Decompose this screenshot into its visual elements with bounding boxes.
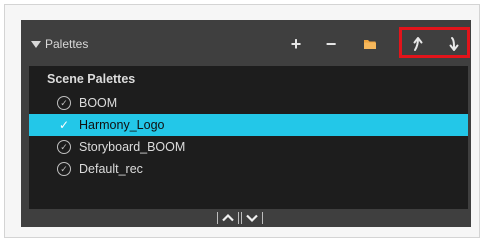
divider (217, 212, 218, 224)
palette-item-default-rec[interactable]: ✓ Default_rec (29, 158, 468, 180)
divider (238, 212, 239, 224)
folder-icon (364, 40, 376, 49)
check-icon: ✓ (58, 118, 70, 132)
divider (262, 212, 263, 224)
palette-item-label: BOOM (79, 96, 118, 110)
panel-title: Palettes (45, 37, 89, 51)
import-palette-button[interactable] (361, 34, 379, 54)
palette-list: Scene Palettes ✓ BOOM ✓ Harmony_Logo ✓ S… (29, 66, 468, 209)
check-circle-icon: ✓ (57, 162, 71, 176)
collapse-triangle-icon (31, 40, 41, 48)
palettes-panel: Palettes + − Scene Palettes ✓ BOOM ✓ Har… (21, 20, 471, 227)
list-resize-handle[interactable] (217, 211, 263, 225)
palette-item-boom[interactable]: ✓ BOOM (29, 92, 468, 114)
palette-item-harmony-logo[interactable]: ✓ Harmony_Logo (29, 114, 468, 136)
palette-item-label: Default_rec (79, 162, 143, 176)
panel-header: Palettes + − (21, 20, 471, 66)
chevron-up-icon[interactable] (220, 212, 236, 224)
add-palette-button[interactable]: + (287, 34, 305, 54)
palette-item-label: Harmony_Logo (79, 118, 165, 132)
arrow-down-icon (449, 37, 459, 51)
move-down-button[interactable] (445, 34, 463, 54)
scene-palettes-header: Scene Palettes (47, 72, 136, 86)
palette-item-label: Storyboard_BOOM (79, 140, 186, 154)
panel-footer (21, 209, 471, 227)
chevron-down-icon[interactable] (244, 212, 260, 224)
divider (241, 212, 242, 224)
move-up-button[interactable] (409, 34, 427, 54)
arrow-up-icon (413, 37, 423, 51)
palette-item-storyboard-boom[interactable]: ✓ Storyboard_BOOM (29, 136, 468, 158)
check-circle-icon: ✓ (57, 96, 71, 110)
check-circle-icon: ✓ (57, 140, 71, 154)
remove-palette-button[interactable]: − (322, 34, 340, 54)
panel-collapse-toggle[interactable]: Palettes (31, 36, 88, 52)
